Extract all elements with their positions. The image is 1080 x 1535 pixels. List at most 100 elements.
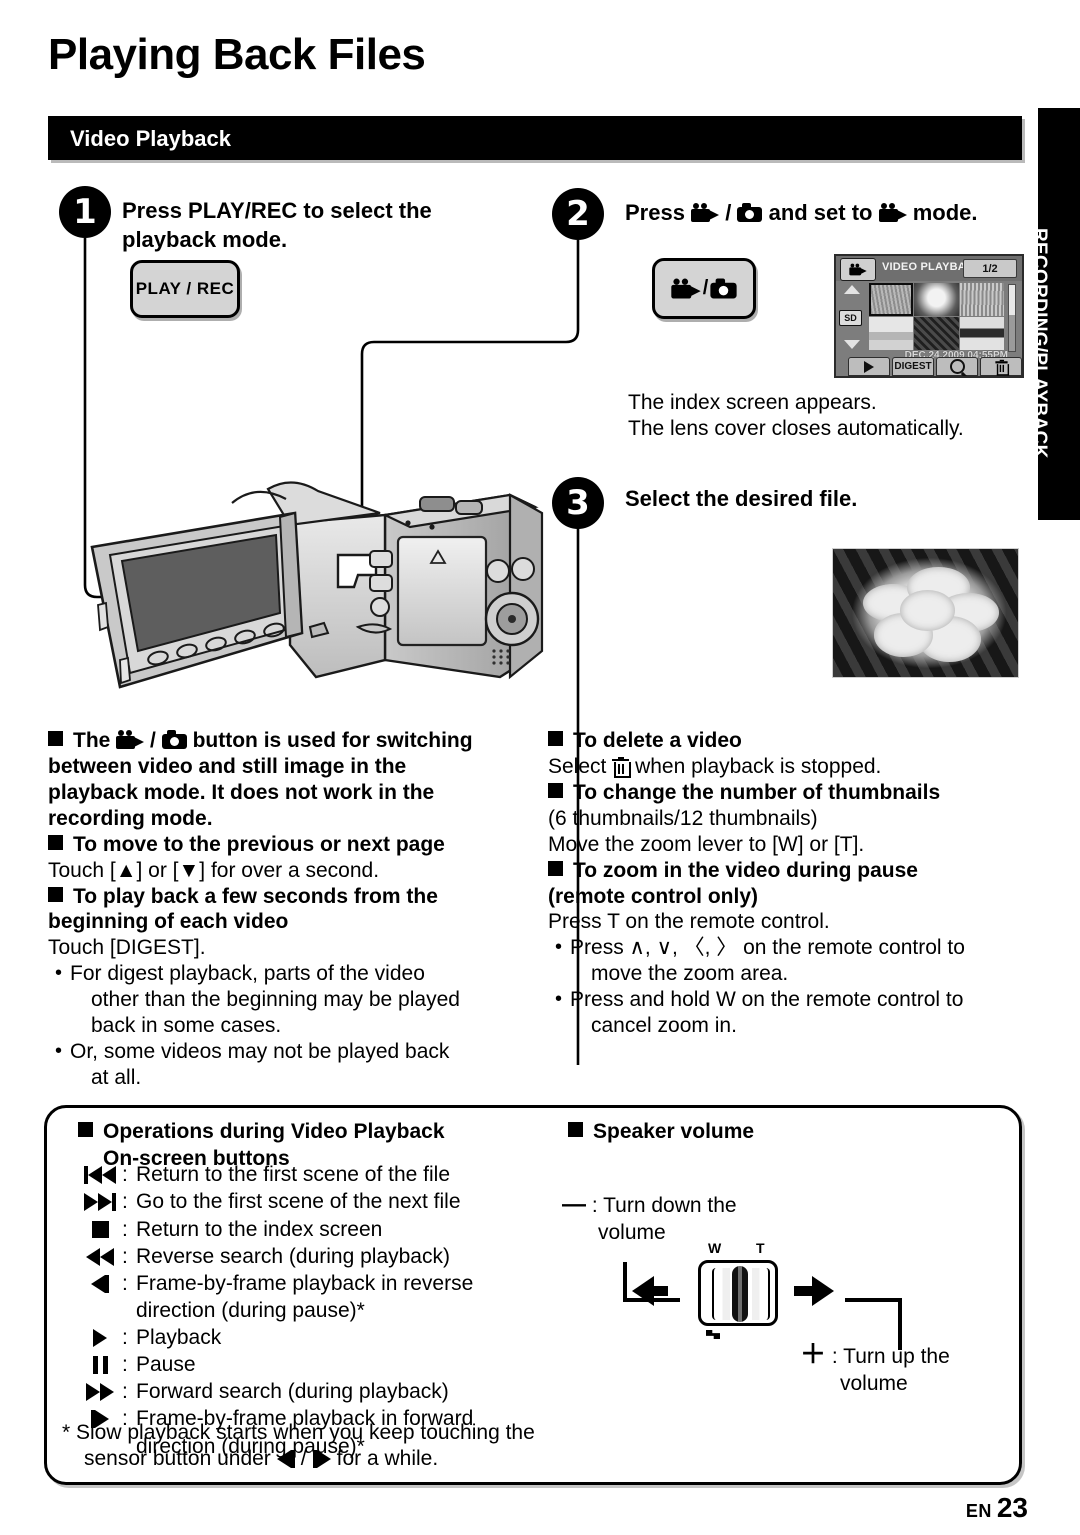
volume-up-line2: volume — [840, 1371, 908, 1395]
toggle-slash: / — [702, 277, 709, 299]
video-camera-icon — [691, 203, 720, 222]
step-1-badge: 1 — [59, 186, 111, 238]
note-r-body-1-suffix: when playback is stopped. — [635, 754, 882, 778]
note-heading-3: To play back a few seconds from the — [48, 884, 548, 910]
note-r-body-1-prefix: Select — [548, 754, 607, 778]
op-row: : Pause — [78, 1352, 473, 1378]
bullet-dot-icon — [555, 988, 570, 1011]
note-body-2: Touch [▲] or [▼] for over a second. — [48, 858, 380, 882]
lever-w-label: W — [708, 1240, 722, 1256]
thumbnail-item[interactable] — [869, 317, 914, 350]
note-dot-2: Or, some videos may not be played back — [48, 1039, 548, 1065]
note-dot-1-line2: other than the beginning may be played — [91, 988, 460, 1012]
bullet-square-icon — [78, 1120, 103, 1143]
op-text: Playback — [136, 1325, 222, 1349]
bullet-square-icon — [548, 859, 573, 882]
step-1-heading: Press PLAY/REC to select the playback mo… — [122, 196, 542, 254]
footnote-line2-slash: / — [300, 1446, 307, 1470]
play-button[interactable] — [848, 357, 890, 376]
footnote-line2-suffix: for a while. — [336, 1446, 439, 1470]
note-heading-1-line4: recording mode. — [48, 806, 213, 830]
page-title: Playing Back Files — [48, 30, 426, 79]
zoom-lever-knob[interactable] — [732, 1266, 748, 1322]
footnote-line1: * Slow playback starts when you keep tou… — [62, 1421, 535, 1444]
scroll-down-arrow-icon[interactable] — [844, 340, 860, 349]
thumbnail-item[interactable] — [959, 283, 1004, 316]
thumbnail-item[interactable] — [959, 317, 1004, 350]
still-camera-icon — [737, 203, 763, 222]
note-r-dot-1-line1: Press ∧, ∨, 〈, 〉 on the remote control t… — [570, 936, 965, 960]
bullet-square-icon — [48, 833, 73, 856]
note-r-heading-2: To change the number of thumbnails — [548, 780, 1038, 806]
step-2-heading-prefix: Press — [625, 200, 685, 225]
op-text: Return to the index screen — [136, 1217, 383, 1241]
note-heading-1: The / button is used for switching — [48, 728, 548, 754]
index-screen-scrollbar[interactable] — [1008, 284, 1016, 352]
still-camera-icon-3 — [161, 730, 187, 749]
thumbnail-item[interactable] — [869, 283, 914, 316]
step-2-heading-middle: and set to — [768, 200, 873, 225]
bullet-dot-icon — [555, 936, 570, 959]
note-heading-1-prefix: The — [73, 729, 111, 752]
index-screen-button-bar: DIGEST — [836, 357, 1022, 376]
side-tab-label: RECORDING/PLAYBACK — [1029, 228, 1050, 459]
step-2-note-line1: The index screen appears. — [628, 391, 877, 414]
bullet-square-icon — [48, 885, 73, 908]
op-text: Forward search (during playback) — [136, 1380, 449, 1403]
note-heading-2: To move to the previous or next page — [48, 832, 548, 858]
step-2-note: The index screen appears. The lens cover… — [628, 390, 1028, 442]
op-text: Return to the first scene of the file — [136, 1163, 450, 1186]
note-heading-1-line2: between video and still image in the — [48, 754, 407, 778]
digest-button[interactable]: DIGEST — [892, 357, 934, 376]
arrow-left-tail — [650, 1286, 668, 1296]
camcorder-illustration — [80, 455, 570, 725]
skip-back-icon — [78, 1162, 122, 1188]
thumbnail-item[interactable] — [914, 317, 959, 350]
note-r-dot-2-line1: Press and hold W on the remote control t… — [570, 988, 964, 1012]
delete-button[interactable] — [980, 357, 1022, 376]
note-heading-1-line3: playback mode. It does not work in the — [48, 780, 435, 804]
op-row: : Reverse search (during playback) — [78, 1244, 473, 1270]
stop-icon — [78, 1217, 122, 1243]
op-text: Reverse search (during playback) — [136, 1244, 450, 1268]
page-footer: EN 23 — [966, 1492, 1028, 1524]
op-row: : Return to the first scene of the file — [78, 1162, 473, 1188]
search-button[interactable] — [936, 357, 978, 376]
trash-icon — [994, 359, 1009, 375]
bullet-square-icon — [548, 781, 573, 804]
video-camera-icon-2 — [878, 203, 907, 222]
note-heading-1-slash: / — [150, 729, 156, 752]
section-header-label: Video Playback — [70, 126, 232, 151]
note-dot-1-line3: back in some cases. — [91, 1014, 282, 1038]
magnifier-icon — [949, 359, 965, 374]
zoom-lever[interactable] — [698, 1260, 778, 1326]
rewind-icon — [78, 1244, 122, 1270]
op-row: : Frame-by-frame playback in reverse — [78, 1271, 473, 1297]
op-row: : Forward search (during playback) — [78, 1379, 473, 1405]
video-still-toggle-button[interactable]: / — [652, 258, 756, 319]
notes-left: The / button is used for switching betwe… — [48, 728, 548, 1091]
note-body-3: Touch [DIGEST]. — [48, 936, 206, 960]
frame-reverse-icon — [78, 1271, 122, 1297]
note-r-dot-1: Press ∧, ∨, 〈, 〉 on the remote control t… — [548, 935, 1038, 961]
selected-file-preview — [832, 548, 1019, 678]
index-screen: VIDEO PLAYBACK 1/2 SD DEC.24.2009 04:55P… — [834, 254, 1024, 378]
step-3-heading: Select the desired file. — [625, 486, 858, 511]
play-rec-button[interactable]: PLAY / REC — [130, 260, 240, 318]
step-1-heading-line2: playback mode. — [122, 227, 288, 253]
footnote-line2: sensor button under / for a while. — [62, 1446, 572, 1472]
note-r-heading-2-text: To change the number of thumbnails — [573, 780, 941, 804]
note-r-heading-3-line2: (remote control only) — [548, 884, 759, 908]
scroll-up-arrow-icon[interactable] — [844, 285, 860, 294]
volume-up-line1: : Turn up the — [831, 1345, 950, 1368]
play-rec-button-label: PLAY / REC — [135, 279, 235, 298]
thumbnail-grid — [869, 283, 1004, 350]
op-text: Pause — [136, 1352, 196, 1376]
thumbnail-item[interactable] — [914, 283, 959, 316]
note-heading-3-line2: beginning of each video — [48, 910, 289, 934]
notes-right: To delete a video Select when playback i… — [548, 728, 1038, 1039]
operations-heading-line1: Operations during Video Playback — [103, 1120, 445, 1143]
step-2-badge: 2 — [552, 188, 604, 240]
arrow-right-icon — [812, 1276, 834, 1306]
note-r-heading-1-text: To delete a video — [573, 729, 742, 752]
